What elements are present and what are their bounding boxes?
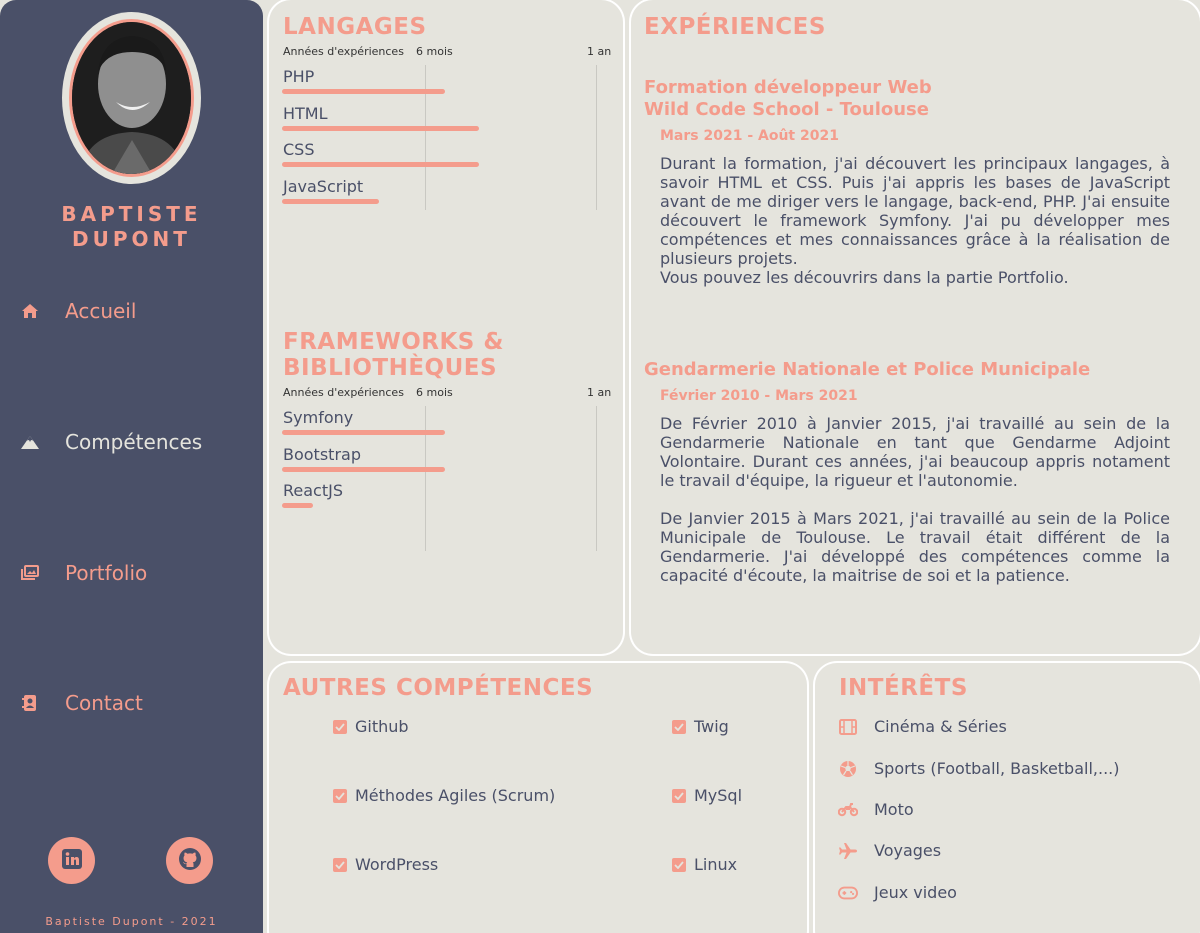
gridline-6-mois <box>425 65 426 210</box>
github-icon <box>178 847 202 875</box>
nav-item-accueil[interactable]: Accueil <box>20 299 136 323</box>
skill-checklist-item: Linux <box>672 855 737 874</box>
skill-checklist-label: Méthodes Agiles (Scrum) <box>355 786 556 805</box>
interest-label: Moto <box>874 800 914 819</box>
skill-bar <box>282 125 479 131</box>
skill-label: CSS <box>283 140 315 159</box>
interest-label: Jeux video <box>874 883 957 902</box>
avatar-frame <box>62 12 201 184</box>
skill-bar <box>282 466 445 472</box>
experience-description: Durant la formation, j'ai découvert les … <box>660 154 1170 268</box>
skill-checklist-label: Github <box>355 717 409 736</box>
skill-checklist-item: Twig <box>672 717 729 736</box>
skill-checklist-label: Twig <box>694 717 729 736</box>
nav-label: Accueil <box>65 299 137 323</box>
interest-label: Cinéma & Séries <box>874 717 1007 736</box>
interest-label: Sports (Football, Basketball,...) <box>874 759 1120 778</box>
interests-title: INTÉRÊTS <box>839 675 968 701</box>
skill-bar <box>282 503 313 508</box>
motorcycle-icon <box>838 801 858 819</box>
address-book-icon <box>20 693 40 713</box>
axis-tick-1-an: 1 an <box>587 45 612 58</box>
checkbox-checked-icon <box>333 719 347 734</box>
skill-label: Symfony <box>283 408 354 427</box>
gridline-6-mois <box>425 406 426 551</box>
skill-label: HTML <box>283 103 328 123</box>
other-skills-title: AUTRES COMPÉTENCES <box>283 675 594 701</box>
mountain-icon <box>20 432 40 452</box>
skill-label: ReactJS <box>283 481 343 500</box>
interest-item: Cinéma & Séries <box>838 717 1007 736</box>
interest-item: Sports (Football, Basketball,...) <box>838 759 1120 778</box>
nav-label: Contact <box>65 691 143 715</box>
skill-label: JavaScript <box>283 176 364 196</box>
checkbox-checked-icon <box>333 857 347 872</box>
skill-bar <box>282 162 479 167</box>
experience-title: Gendarmerie Nationale et Police Municipa… <box>644 359 1091 380</box>
interest-item: Voyages <box>838 841 941 860</box>
gridline-1-an <box>596 65 597 210</box>
experience-title: Formation développeur Web Wild Code Scho… <box>644 77 932 120</box>
nav-item-portfolio[interactable]: Portfolio <box>20 561 147 585</box>
checkbox-checked-icon <box>333 788 347 803</box>
gridline-1-an <box>596 406 597 551</box>
github-button[interactable] <box>166 837 213 884</box>
interest-label: Voyages <box>874 841 942 860</box>
profile-photo <box>72 22 191 174</box>
checkbox-checked-icon <box>672 788 686 803</box>
linkedin-button[interactable] <box>48 837 95 884</box>
experience-date: Février 2010 - Mars 2021 <box>660 388 858 404</box>
plane-icon <box>838 842 858 860</box>
skill-checklist-item: MySql <box>672 786 742 805</box>
home-icon <box>20 301 40 321</box>
axis-tick-6-mois: 6 mois <box>416 45 453 58</box>
nav-label: Portfolio <box>65 561 148 585</box>
soccer-ball-icon <box>838 760 858 778</box>
skill-checklist-label: WordPress <box>355 855 439 874</box>
skill-bar <box>282 430 445 435</box>
experience-description-note: Vous pouvez les découvrirs dans la parti… <box>660 268 1069 287</box>
skill-checklist-item: Méthodes Agiles (Scrum) <box>333 786 555 805</box>
skill-bar <box>282 89 445 94</box>
axis-tick-1-an: 1 an <box>587 386 612 399</box>
profile-name: BAPTISTE DUPONT <box>61 202 202 251</box>
experience-date: Mars 2021 - Août 2021 <box>660 128 839 144</box>
gamepad-icon <box>838 884 858 902</box>
skill-checklist-item: WordPress <box>333 855 438 874</box>
skill-checklist-label: Linux <box>694 855 738 874</box>
frameworks-title: FRAMEWORKS & BIBLIOTHÈQUES <box>283 329 504 381</box>
skill-bar <box>282 198 379 204</box>
skills-card <box>269 0 623 654</box>
skill-checklist-item: Github <box>333 717 409 736</box>
experience-description: De Janvier 2015 à Mars 2021, j'ai travai… <box>660 509 1170 585</box>
experience-axis-label: Années d'expériences <box>283 45 404 58</box>
skill-label: PHP <box>283 67 315 86</box>
langages-title: LANGAGES <box>283 14 427 40</box>
experience-description: De Février 2010 à Janvier 2015, j'ai tra… <box>660 414 1170 490</box>
linkedin-icon <box>61 848 83 874</box>
checkbox-checked-icon <box>672 719 686 734</box>
nav-label: Compétences <box>65 430 203 454</box>
experience-axis-label: Années d'expériences <box>283 386 404 399</box>
film-icon <box>838 718 858 736</box>
interest-item: Moto <box>838 800 914 819</box>
interest-item: Jeux video <box>838 883 957 902</box>
experiences-title: EXPÉRIENCES <box>644 14 826 40</box>
checkbox-checked-icon <box>672 857 686 872</box>
skill-label: Bootstrap <box>283 444 361 464</box>
skill-checklist-label: MySql <box>694 786 743 805</box>
nav-item-contact[interactable]: Contact <box>20 691 143 715</box>
sidebar: BAPTISTE DUPONT Accueil Compétences Port… <box>0 0 263 933</box>
footer-credit: Baptiste Dupont - 2021 <box>45 915 218 928</box>
nav-item-competences[interactable]: Compétences <box>20 430 202 454</box>
axis-tick-6-mois: 6 mois <box>416 386 453 399</box>
images-icon <box>20 563 40 583</box>
